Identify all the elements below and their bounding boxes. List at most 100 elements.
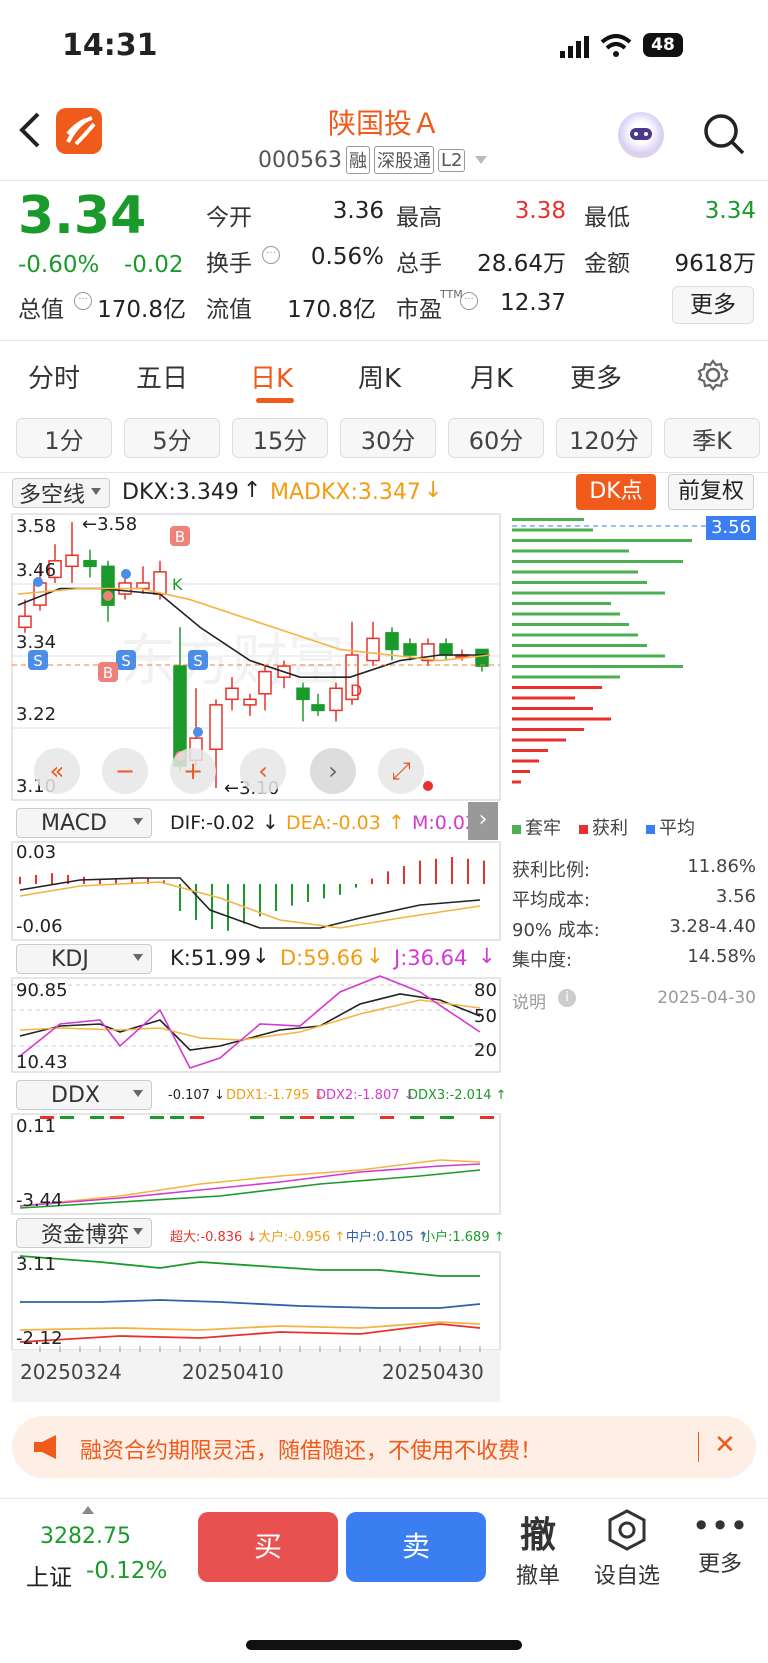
sell-marker-label: S bbox=[121, 652, 131, 670]
triangle-up-icon bbox=[82, 1506, 94, 1514]
close-icon[interactable]: ✕ bbox=[714, 1430, 736, 1460]
d-line bbox=[19, 999, 481, 1041]
kdj-select[interactable]: KDJ bbox=[16, 944, 152, 974]
candle-body bbox=[153, 571, 167, 595]
candle-body bbox=[311, 704, 325, 712]
chip-info-row: 集中度: 14.58% bbox=[512, 946, 756, 971]
chip-bar bbox=[512, 570, 638, 574]
candle-body bbox=[296, 687, 310, 701]
fund-small: 小户:1.689 ↑ bbox=[422, 1230, 505, 1245]
fund-super: 超大:-0.836 ↓ bbox=[170, 1230, 258, 1245]
d-marker: D bbox=[350, 681, 362, 700]
buy-marker-label: B bbox=[175, 528, 185, 546]
candle-body bbox=[136, 582, 150, 590]
date-label-1: 20250324 bbox=[20, 1360, 122, 1384]
candle-body bbox=[243, 698, 257, 706]
fund-large-line bbox=[19, 1321, 481, 1331]
arrow-up-icon: ↑ bbox=[388, 810, 405, 834]
chip-bar bbox=[512, 528, 593, 532]
zoom-in-icon[interactable]: + bbox=[170, 748, 216, 794]
ddx-bar bbox=[110, 1116, 124, 1119]
macd-dif: DIF:-0.02 bbox=[170, 812, 256, 834]
promo-banner[interactable]: 融资合约期限灵活，随借随还，不使用不收费！ ✕ bbox=[12, 1416, 756, 1478]
chip-bar bbox=[512, 560, 683, 563]
macd-select[interactable]: MACD bbox=[16, 808, 152, 838]
candle-body bbox=[18, 615, 32, 629]
fund-large: 大户:-0.956 ↑ bbox=[258, 1230, 346, 1245]
chip-bar bbox=[512, 581, 647, 584]
kdj-80: 80 bbox=[474, 980, 497, 1001]
index-name[interactable]: 上证 bbox=[26, 1558, 72, 1592]
hexagon-icon bbox=[608, 1509, 646, 1551]
j-line bbox=[19, 975, 481, 1069]
fund-select[interactable]: 资金博弈 bbox=[16, 1218, 152, 1248]
candle-body bbox=[366, 637, 380, 662]
ddx-bar bbox=[380, 1116, 394, 1119]
chip-note-date: 2025-04-30 bbox=[657, 988, 756, 1008]
add-favorite-button[interactable]: 设自选 bbox=[590, 1508, 664, 1590]
zoom-out-icon[interactable]: − bbox=[102, 748, 148, 794]
fund-small-line bbox=[19, 1255, 480, 1277]
dots-icon: ••• bbox=[691, 1507, 749, 1545]
macd-min: -0.06 bbox=[16, 916, 63, 937]
k-marker: K bbox=[172, 575, 183, 594]
ddx1-value: DDX1:-1.795 ↓ bbox=[226, 1088, 325, 1103]
panel-frame bbox=[11, 1251, 501, 1351]
date-label-3: 20250430 bbox=[382, 1360, 484, 1384]
ddx-select[interactable]: DDX bbox=[16, 1080, 152, 1110]
price-label-1: 3.58 bbox=[16, 516, 57, 537]
candle-body bbox=[83, 560, 97, 568]
ddx-bar bbox=[480, 1116, 494, 1119]
ddx-bar bbox=[300, 1116, 314, 1119]
chip-info-row: 获利比例: 11.86% bbox=[512, 856, 756, 881]
ddx2-line bbox=[19, 1163, 481, 1207]
ddx-bar bbox=[150, 1116, 164, 1119]
kdj-k: K:51.99 bbox=[170, 946, 251, 970]
chip-legend: 套牢 获利 平均 bbox=[512, 814, 695, 840]
sell-button[interactable]: 卖 bbox=[346, 1512, 486, 1582]
chip-price-tag: 3.56 bbox=[706, 516, 756, 540]
chip-info-row: 90% 成本: 3.28-4.40 bbox=[512, 916, 756, 941]
cancel-order-button[interactable]: 撤 撤单 bbox=[508, 1506, 568, 1590]
fund-max: 3.11 bbox=[16, 1254, 57, 1275]
chip-bar bbox=[512, 738, 566, 742]
kdj-max: 90.85 bbox=[16, 980, 68, 1001]
dea-line bbox=[19, 881, 481, 929]
sell-marker-label: S bbox=[33, 652, 43, 670]
index-value[interactable]: 3282.75 bbox=[40, 1524, 131, 1549]
macd-max: 0.03 bbox=[16, 842, 57, 863]
chip-note[interactable]: 说明 2025-04-30 bbox=[512, 988, 756, 1013]
next-icon[interactable]: › bbox=[310, 748, 356, 794]
chip-bar bbox=[512, 591, 665, 595]
chip-bar bbox=[512, 539, 692, 542]
chip-bar bbox=[512, 518, 584, 521]
info-icon[interactable]: i bbox=[558, 989, 576, 1007]
arrow-down-icon: ↓ bbox=[366, 944, 384, 968]
prev-icon[interactable]: ‹ bbox=[240, 748, 286, 794]
signal-dot bbox=[423, 781, 433, 791]
arrow-down-icon: ↓ bbox=[262, 810, 279, 834]
expand-icon[interactable]: › bbox=[468, 802, 498, 840]
ddx-bar bbox=[440, 1116, 454, 1119]
ddx2-value: DDX2:-1.807 ↓ bbox=[316, 1088, 415, 1103]
candle-body bbox=[385, 632, 399, 651]
chip-bar bbox=[512, 612, 620, 616]
banner-text: 融资合约期限灵活，随借随还，不使用不收费！ bbox=[80, 1439, 543, 1464]
scroll-left-icon[interactable]: « bbox=[34, 748, 80, 794]
index-pct[interactable]: -0.12% bbox=[86, 1558, 167, 1584]
chip-bar bbox=[512, 749, 548, 752]
more-button[interactable]: ••• 更多 bbox=[690, 1506, 750, 1578]
chip-bar bbox=[512, 686, 602, 689]
date-label-2: 20250410 bbox=[182, 1360, 284, 1384]
ddx3-line bbox=[19, 1169, 481, 1209]
ddx-value: -0.107 ↓ bbox=[168, 1088, 225, 1103]
chip-bar bbox=[512, 759, 539, 763]
fund-mid: 中户:0.105 ↑ bbox=[346, 1230, 429, 1245]
candle-body bbox=[329, 687, 343, 712]
fullscreen-icon[interactable]: ⤢ bbox=[378, 748, 424, 794]
price-label-2: 3.46 bbox=[16, 560, 57, 581]
buy-button[interactable]: 买 bbox=[198, 1512, 338, 1582]
sell-marker-label: S bbox=[193, 652, 203, 670]
chip-bar bbox=[512, 707, 593, 710]
chip-bar bbox=[512, 780, 521, 784]
